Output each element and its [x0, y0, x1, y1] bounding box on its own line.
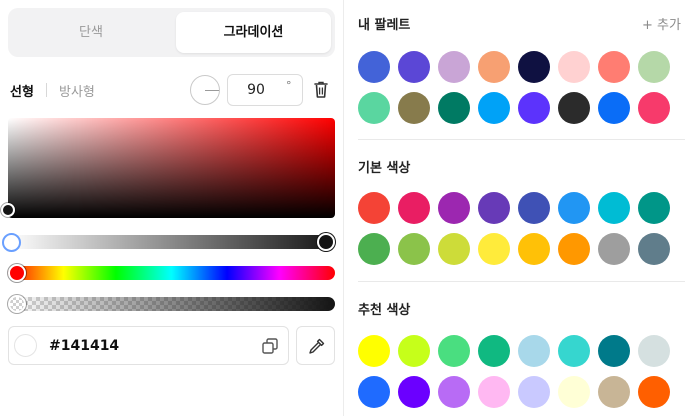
color-swatch[interactable] [638, 92, 670, 124]
gradient-stop-end[interactable] [317, 233, 335, 251]
color-swatch[interactable] [358, 233, 390, 265]
color-swatch[interactable] [398, 51, 430, 83]
color-swatch[interactable] [478, 92, 510, 124]
color-swatch[interactable] [478, 335, 510, 367]
gradient-type-row: 선형 방사형 ° [8, 74, 335, 106]
color-swatch[interactable] [358, 376, 390, 408]
angle-dial-icon[interactable] [190, 75, 220, 105]
color-swatch[interactable] [398, 92, 430, 124]
color-swatch[interactable] [438, 376, 470, 408]
delete-stop-button[interactable] [311, 79, 331, 101]
color-swatch[interactable] [518, 376, 550, 408]
color-swatch[interactable] [598, 233, 630, 265]
color-swatch[interactable] [438, 335, 470, 367]
color-swatch[interactable] [598, 376, 630, 408]
color-swatch[interactable] [518, 233, 550, 265]
color-swatch[interactable] [358, 51, 390, 83]
angle-field: ° [227, 74, 303, 106]
color-swatch[interactable] [518, 92, 550, 124]
color-swatch[interactable] [358, 192, 390, 224]
current-color-swatch [14, 334, 37, 357]
color-swatch[interactable] [398, 335, 430, 367]
saturation-value-area[interactable] [1, 118, 335, 218]
gradient-type-radial[interactable]: 방사형 [59, 81, 95, 100]
alpha-slider-handle[interactable] [8, 295, 26, 313]
color-swatch[interactable] [478, 376, 510, 408]
color-swatch[interactable] [438, 92, 470, 124]
color-swatch[interactable] [598, 335, 630, 367]
type-separator [46, 83, 47, 97]
color-swatch[interactable] [558, 376, 590, 408]
color-swatch[interactable] [518, 335, 550, 367]
hex-input[interactable] [49, 327, 239, 364]
trash-icon [314, 81, 328, 98]
copy-hex-button[interactable] [261, 337, 279, 355]
color-swatch[interactable] [558, 192, 590, 224]
color-swatch[interactable] [638, 192, 670, 224]
color-swatch[interactable] [358, 335, 390, 367]
basic-colors-grid [358, 192, 688, 265]
angle-dial-hand [205, 90, 219, 91]
color-swatch[interactable] [518, 51, 550, 83]
color-swatch[interactable] [638, 51, 670, 83]
my-palette-title: 내 팔레트 [358, 18, 411, 33]
color-picker-panel: 단색 그라데이션 선형 방사형 ° [0, 0, 344, 416]
color-swatch[interactable] [438, 233, 470, 265]
color-swatch[interactable] [478, 192, 510, 224]
copy-icon [262, 338, 278, 354]
saturation-handle[interactable] [1, 203, 15, 217]
color-swatch[interactable] [558, 335, 590, 367]
tab-solid[interactable]: 단색 [12, 12, 170, 53]
color-swatch[interactable] [598, 92, 630, 124]
eyedropper-icon [309, 338, 325, 354]
color-swatch[interactable] [358, 92, 390, 124]
color-swatch[interactable] [398, 376, 430, 408]
hue-slider[interactable] [8, 266, 335, 280]
recommended-colors-title: 추천 색상 [358, 303, 411, 318]
eyedropper-button[interactable] [296, 326, 335, 365]
hex-field [8, 326, 289, 365]
add-palette-color-button[interactable]: + 추가 [642, 14, 681, 33]
angle-input[interactable] [228, 75, 284, 105]
color-swatch[interactable] [478, 233, 510, 265]
color-swatch[interactable] [438, 51, 470, 83]
gradient-stops-bar[interactable] [8, 235, 335, 249]
tab-gradient[interactable]: 그라데이션 [176, 12, 331, 53]
my-palette-grid [358, 51, 688, 124]
color-swatch[interactable] [558, 51, 590, 83]
color-swatch[interactable] [598, 192, 630, 224]
gradient-stop-start[interactable] [2, 233, 21, 252]
color-swatch[interactable] [638, 335, 670, 367]
color-swatch[interactable] [638, 233, 670, 265]
section-divider [358, 139, 685, 140]
hue-slider-handle[interactable] [8, 264, 26, 282]
color-swatch[interactable] [558, 233, 590, 265]
basic-colors-title: 기본 색상 [358, 161, 411, 176]
color-swatch[interactable] [518, 192, 550, 224]
color-swatch[interactable] [478, 51, 510, 83]
gradient-type-linear[interactable]: 선형 [10, 81, 34, 100]
angle-unit: ° [286, 79, 292, 92]
color-swatch[interactable] [398, 192, 430, 224]
color-swatch[interactable] [438, 192, 470, 224]
swatch-panel: 내 팔레트 + 추가 기본 색상 추천 색상 [344, 0, 699, 416]
alpha-slider[interactable] [8, 297, 335, 311]
section-divider [358, 281, 685, 282]
color-swatch[interactable] [638, 376, 670, 408]
color-swatch[interactable] [558, 92, 590, 124]
recommended-colors-grid [358, 335, 688, 408]
color-swatch[interactable] [598, 51, 630, 83]
mode-tabs: 단색 그라데이션 [8, 8, 335, 57]
color-swatch[interactable] [398, 233, 430, 265]
